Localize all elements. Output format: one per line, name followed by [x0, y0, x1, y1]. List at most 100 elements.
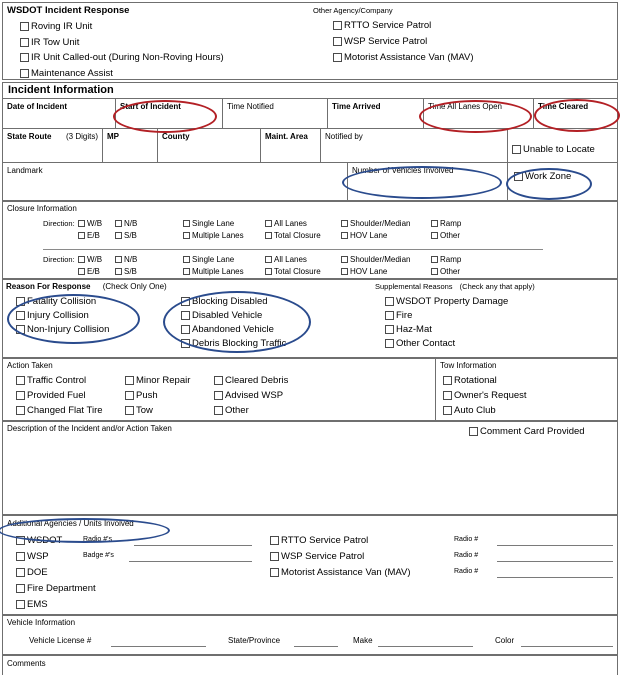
checkbox-icon[interactable] — [341, 232, 348, 239]
input-line-color[interactable] — [521, 646, 613, 647]
checkbox-ramp[interactable]: Ramp — [431, 254, 461, 265]
checkbox-disabled-vehicle[interactable]: Disabled Vehicle — [181, 309, 286, 322]
checkbox-comment-card-provided[interactable]: Comment Card Provided — [469, 425, 585, 438]
checkbox-icon[interactable] — [265, 256, 272, 263]
checkbox-icon[interactable] — [115, 268, 122, 275]
checkbox-icon[interactable] — [183, 268, 190, 275]
checkbox-cleared-debris[interactable]: Cleared Debris — [214, 374, 288, 387]
checkbox-icon[interactable] — [469, 427, 478, 436]
checkbox-agency-doe[interactable]: DOE — [16, 566, 96, 579]
input-line-radio-3[interactable] — [497, 577, 613, 578]
input-line-radio-2[interactable] — [497, 561, 613, 562]
checkbox-icon[interactable] — [181, 297, 190, 306]
checkbox-abandoned-vehicle[interactable]: Abandoned Vehicle — [181, 323, 286, 336]
checkbox-icon[interactable] — [514, 172, 523, 181]
checkbox-all-lanes[interactable]: All Lanes — [265, 218, 321, 229]
checkbox-icon[interactable] — [265, 232, 272, 239]
checkbox-icon[interactable] — [385, 325, 394, 334]
checkbox-changed-flat-tire[interactable]: Changed Flat Tire — [16, 404, 103, 417]
checkbox-fatality-collision[interactable]: Fatality Collision — [16, 295, 109, 308]
checkbox-other-contact[interactable]: Other Contact — [385, 337, 508, 350]
checkbox-hov-lane[interactable]: HOV Lane — [341, 230, 410, 241]
checkbox-icon[interactable] — [385, 339, 394, 348]
checkbox-nb[interactable]: N/B — [115, 218, 137, 229]
checkbox-hov-lane[interactable]: HOV Lane — [341, 266, 410, 277]
checkbox-multiple-lanes[interactable]: Multiple Lanes — [183, 230, 244, 241]
checkbox-other[interactable]: Other — [431, 266, 461, 277]
checkbox-shoulder-median[interactable]: Shoulder/Median — [341, 218, 410, 229]
checkbox-multiple-lanes[interactable]: Multiple Lanes — [183, 266, 244, 277]
checkbox-wb[interactable]: W/B — [78, 254, 102, 265]
checkbox-wsp-service-patrol[interactable]: WSP Service Patrol — [333, 35, 474, 48]
checkbox-icon[interactable] — [265, 268, 272, 275]
checkbox-icon[interactable] — [115, 256, 122, 263]
field-notified-by[interactable]: Notified by — [321, 129, 508, 162]
checkbox-icon[interactable] — [431, 256, 438, 263]
checkbox-icon[interactable] — [443, 406, 452, 415]
checkbox-icon[interactable] — [265, 220, 272, 227]
input-line-vehicle-license[interactable] — [111, 646, 206, 647]
checkbox-icon[interactable] — [181, 325, 190, 334]
checkbox-icon[interactable] — [16, 600, 25, 609]
checkbox-icon[interactable] — [20, 37, 29, 47]
checkbox-work-zone[interactable]: Work Zone — [514, 170, 571, 183]
checkbox-icon[interactable] — [183, 256, 190, 263]
checkbox-icon[interactable] — [333, 53, 342, 62]
checkbox-ramp[interactable]: Ramp — [431, 218, 461, 229]
checkbox-rtto-service-patrol[interactable]: RTTO Service Patrol — [333, 19, 474, 32]
checkbox-icon[interactable] — [270, 568, 279, 577]
checkbox-sb[interactable]: S/B — [115, 266, 137, 277]
checkbox-agency-fire-department[interactable]: Fire Department — [16, 582, 96, 595]
checkbox-agency-rtto-service-patrol[interactable]: RTTO Service Patrol — [270, 534, 411, 547]
field-time-all-lanes-open[interactable]: Time All Lanes Open — [424, 99, 534, 128]
checkbox-icon[interactable] — [16, 568, 25, 577]
checkbox-icon[interactable] — [78, 220, 85, 227]
checkbox-icon[interactable] — [385, 297, 394, 306]
checkbox-eb[interactable]: E/B — [78, 266, 102, 277]
checkbox-ir-unit-called-out[interactable]: IR Unit Called-out (During Non-Roving Ho… — [20, 51, 224, 64]
checkbox-icon[interactable] — [16, 552, 25, 561]
checkbox-icon[interactable] — [20, 53, 29, 62]
checkbox-icon[interactable] — [431, 268, 438, 275]
checkbox-icon[interactable] — [431, 232, 438, 239]
checkbox-icon[interactable] — [443, 391, 452, 400]
comments-section[interactable]: Comments — [2, 655, 618, 675]
checkbox-icon[interactable] — [16, 297, 25, 306]
checkbox-rotational[interactable]: Rotational — [443, 374, 527, 387]
checkbox-push[interactable]: Push — [125, 389, 190, 402]
checkbox-sb[interactable]: S/B — [115, 230, 137, 241]
checkbox-traffic-control[interactable]: Traffic Control — [16, 374, 103, 387]
field-mp[interactable]: MP — [103, 129, 158, 162]
field-time-arrived[interactable]: Time Arrived — [328, 99, 424, 128]
field-work-zone[interactable]: Work Zone — [508, 163, 617, 201]
checkbox-roving-ir-unit[interactable]: Roving IR Unit — [20, 20, 224, 33]
checkbox-unable-to-locate[interactable]: Unable to Locate — [512, 143, 595, 156]
description-section[interactable]: Description of the Incident and/or Actio… — [2, 421, 618, 515]
checkbox-wb[interactable]: W/B — [78, 218, 102, 229]
checkbox-agency-ems[interactable]: EMS — [16, 598, 96, 611]
checkbox-wsdot-property-damage[interactable]: WSDOT Property Damage — [385, 295, 508, 308]
checkbox-icon[interactable] — [512, 145, 521, 154]
checkbox-icon[interactable] — [341, 256, 348, 263]
input-line-wsdot-radio[interactable] — [134, 545, 252, 546]
checkbox-icon[interactable] — [20, 22, 29, 31]
field-time-notified[interactable]: Time Notified — [223, 99, 328, 128]
field-landmark[interactable]: Landmark — [3, 163, 348, 201]
checkbox-icon[interactable] — [16, 406, 25, 415]
checkbox-single-lane[interactable]: Single Lane — [183, 254, 244, 265]
checkbox-all-lanes[interactable]: All Lanes — [265, 254, 321, 265]
checkbox-icon[interactable] — [115, 232, 122, 239]
field-unable-to-locate[interactable]: Unable to Locate — [508, 129, 617, 162]
checkbox-icon[interactable] — [341, 220, 348, 227]
field-county[interactable]: County — [158, 129, 261, 162]
checkbox-owners-request[interactable]: Owner's Request — [443, 389, 527, 402]
checkbox-icon[interactable] — [385, 311, 394, 320]
input-line-state-province[interactable] — [294, 646, 338, 647]
checkbox-icon[interactable] — [16, 391, 25, 400]
checkbox-other[interactable]: Other — [431, 230, 461, 241]
checkbox-icon[interactable] — [214, 376, 223, 385]
input-line-radio-1[interactable] — [497, 545, 613, 546]
field-number-of-vehicles-involved[interactable]: Number of Vehicles Involved — [348, 163, 508, 201]
checkbox-injury-collision[interactable]: Injury Collision — [16, 309, 109, 322]
field-start-of-incident[interactable]: Start of Incident — [116, 99, 223, 128]
